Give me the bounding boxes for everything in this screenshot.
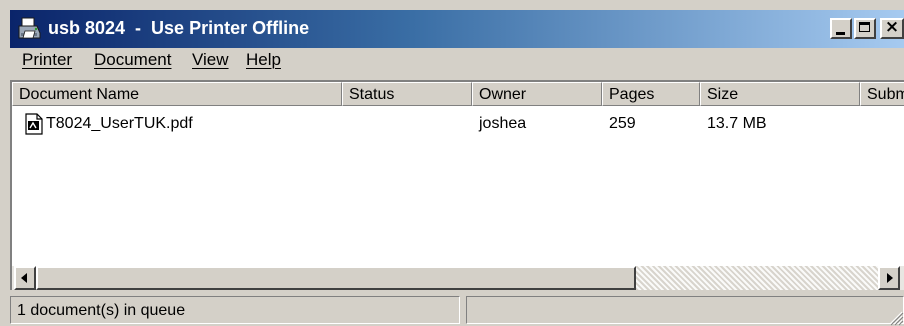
document-list[interactable]: Document Name Status Owner Pages Size Su… [10,80,904,290]
status-pane-secondary [466,296,904,324]
arrow-right-icon [887,273,893,283]
column-document-name[interactable]: Document Name [12,82,342,106]
window-title: usb 8024 - Use Printer Offline [48,18,310,38]
printer-icon [18,17,41,39]
minimize-icon [836,32,845,35]
queue-status-text: 1 document(s) in queue [10,296,460,324]
column-pages[interactable]: Pages [602,82,700,106]
column-submitted[interactable]: Submitted [860,82,904,106]
column-status[interactable]: Status [342,82,472,106]
column-owner[interactable]: Owner [472,82,602,106]
print-queue-window: usb 8024 - Use Printer Offline × Printer… [0,0,904,326]
scroll-right-button[interactable] [878,266,900,290]
minimize-button[interactable] [830,18,852,39]
scroll-thumb[interactable] [36,266,636,290]
menu-view[interactable]: View [190,50,231,70]
close-button[interactable]: × [880,17,904,39]
pdf-document-icon [25,113,43,135]
horizontal-scrollbar[interactable] [12,266,904,290]
owner-cell: joshea [479,115,527,132]
document-name-cell: T8024_UserTUK.pdf [46,115,193,132]
table-row[interactable]: T8024_UserTUK.pdf joshea 259 13.7 MB [12,112,904,138]
menu-document[interactable]: Document [92,50,173,70]
menu-printer[interactable]: Printer [20,50,74,70]
arrow-left-icon [21,273,27,283]
pages-cell: 259 [609,115,636,132]
status-bar: 1 document(s) in queue [10,294,904,326]
title-bar[interactable]: usb 8024 - Use Printer Offline × [10,10,904,48]
resize-grip-icon[interactable] [886,308,904,326]
list-header: Document Name Status Owner Pages Size Su… [12,82,904,106]
close-icon: × [884,17,900,37]
menu-help[interactable]: Help [244,50,283,70]
size-cell: 13.7 MB [707,115,767,132]
maximize-icon [859,22,870,32]
scroll-left-button[interactable] [14,266,36,290]
column-size[interactable]: Size [700,82,860,106]
maximize-button[interactable] [854,18,876,39]
menu-bar: Printer Document View Help [10,48,904,74]
